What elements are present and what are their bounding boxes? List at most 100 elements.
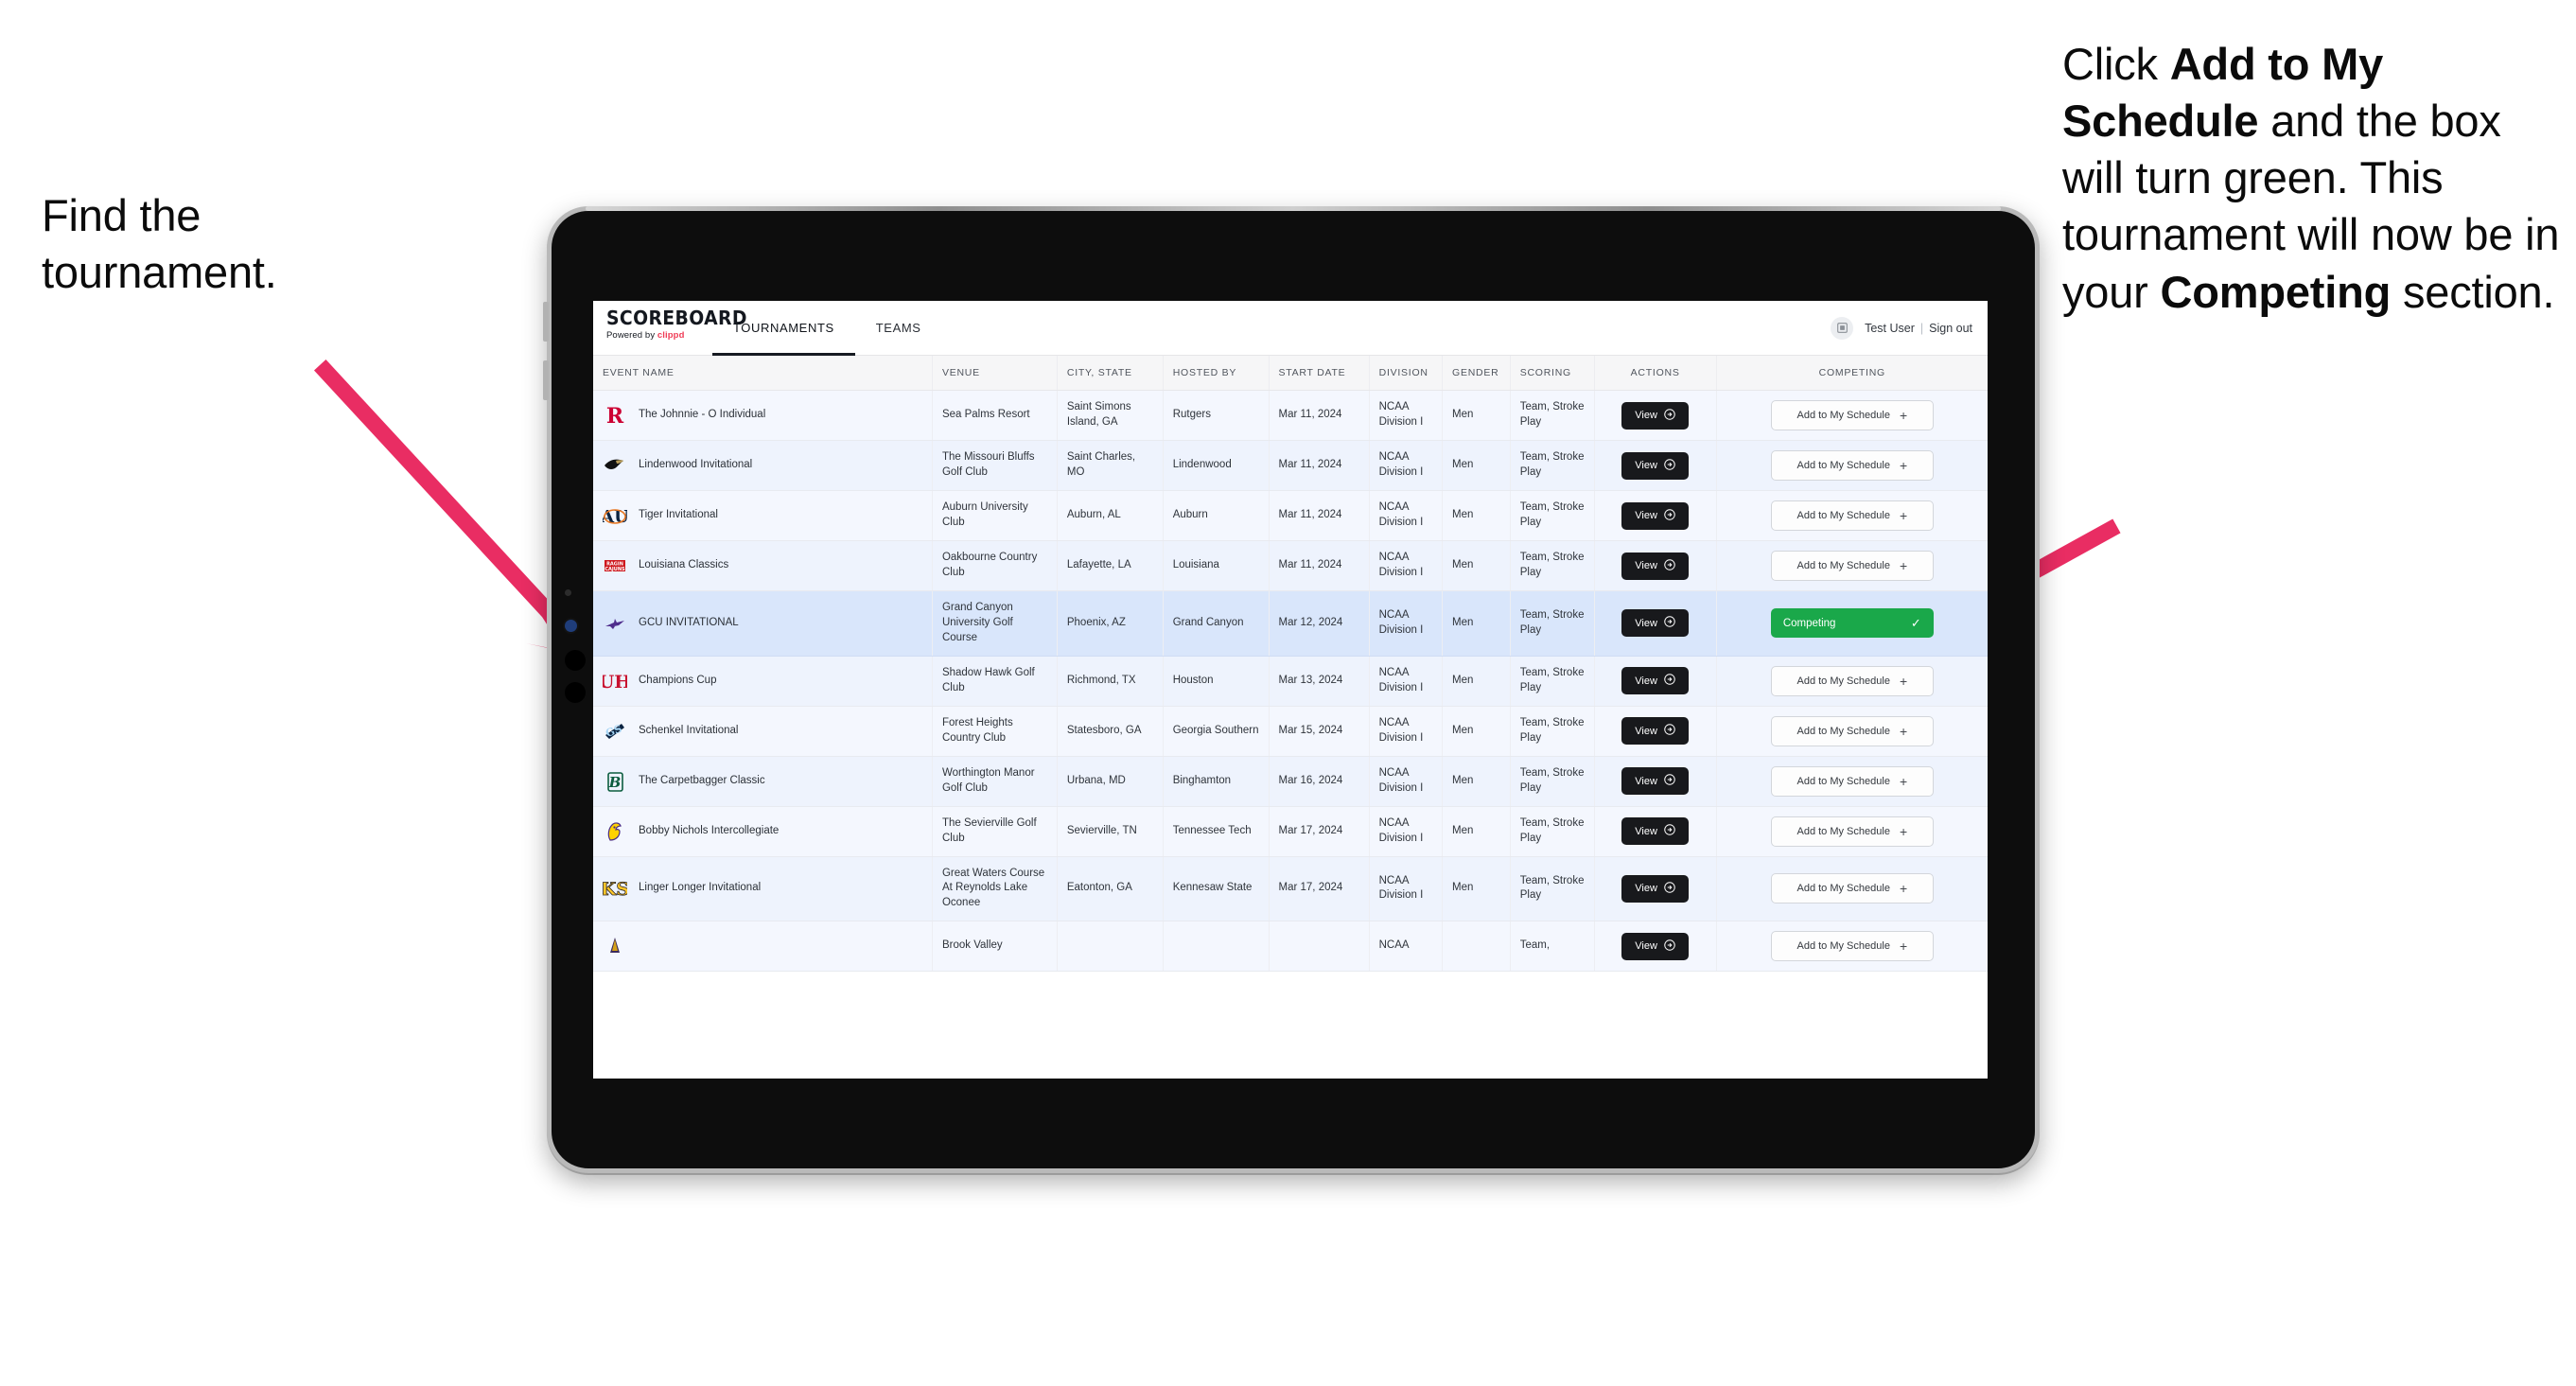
cell-division: NCAA Division I	[1369, 706, 1444, 757]
cell-competing: Add to My Schedule +	[1716, 856, 1988, 922]
cell-city-state: Sevierville, TN	[1057, 806, 1164, 857]
brand-subtitle: Powered by clippd	[606, 330, 712, 341]
add-to-my-schedule-button[interactable]: Add to My Schedule +	[1770, 500, 1934, 531]
view-button[interactable]: View	[1621, 451, 1689, 480]
user-separator: |	[1919, 321, 1924, 335]
tournaments-table-scroll[interactable]: EVENT NAME VENUE CITY, STATE HOSTED BY S…	[593, 356, 1988, 1079]
view-button[interactable]: View	[1621, 552, 1689, 580]
table-row[interactable]: RAGIN CAJUNS Louisiana Classics Oakbourne C…	[593, 540, 1988, 591]
event-name-wrapper: Bobby Nichols Intercollegiate	[603, 819, 922, 844]
arrow-circle-right-icon	[1664, 774, 1675, 788]
col-hosted-by[interactable]: HOSTED BY	[1163, 356, 1270, 391]
cell-start-date	[1269, 921, 1370, 973]
col-venue[interactable]: VENUE	[932, 356, 1058, 391]
table-row[interactable]: B The Carpetbagger Classic Worthington Man…	[593, 756, 1988, 807]
tab-tournaments[interactable]: TOURNAMENTS	[712, 301, 855, 356]
brand-powered-prefix: Powered by	[606, 330, 657, 341]
col-competing[interactable]: COMPETING	[1716, 356, 1988, 391]
event-name-wrapper: AU Tiger Invitational	[603, 503, 922, 528]
cell-actions: View	[1594, 706, 1717, 757]
cell-division: NCAA	[1369, 921, 1444, 973]
view-button[interactable]: View	[1621, 667, 1689, 695]
lindenwood-logo	[603, 453, 627, 478]
add-to-my-schedule-button[interactable]: Add to My Schedule +	[1770, 715, 1934, 746]
cell-gender: Men	[1442, 656, 1511, 707]
view-button[interactable]: View	[1621, 932, 1689, 960]
add-to-my-schedule-button[interactable]: Add to My Schedule +	[1770, 931, 1934, 962]
table-row[interactable]: Bobby Nichols Intercollegiate The Sevierv…	[593, 806, 1988, 857]
col-gender[interactable]: GENDER	[1442, 356, 1511, 391]
cell-competing: Add to My Schedule +	[1716, 756, 1988, 807]
add-to-my-schedule-button[interactable]: Add to My Schedule +	[1770, 873, 1934, 904]
add-to-my-schedule-button[interactable]: Add to My Schedule +	[1770, 551, 1934, 581]
add-to-my-schedule-button[interactable]: Add to My Schedule +	[1770, 765, 1934, 797]
table-row[interactable]: AU Tiger Invitational Auburn University Cl…	[593, 490, 1988, 541]
col-division[interactable]: DIVISION	[1369, 356, 1444, 391]
louisiana-logo: RAGIN CAJUNS	[603, 553, 627, 578]
cell-event-name: B The Carpetbagger Classic	[593, 756, 933, 807]
table-row[interactable]: UH Champions Cup Shadow Hawk Golf Club Rich…	[593, 656, 1988, 707]
cell-event-name: R The Johnnie - O Individual	[593, 390, 933, 441]
table-row[interactable]: KS Linger Longer Invitational Great Waters…	[593, 856, 1988, 922]
grand-canyon-logo	[603, 611, 627, 636]
view-button[interactable]: View	[1621, 717, 1689, 746]
cell-division: NCAA Division I	[1369, 806, 1444, 857]
cell-scoring: Team, Stroke Play	[1510, 656, 1595, 707]
table-row[interactable]: GCU INVITATIONAL Grand Canyon University …	[593, 590, 1988, 657]
brand-logo[interactable]: SCOREBOARD Powered by clippd	[593, 301, 746, 355]
cell-hosted-by: Binghamton	[1163, 756, 1270, 807]
view-button[interactable]: View	[1621, 609, 1689, 638]
view-button-label: View	[1635, 510, 1657, 521]
cell-event-name: GCU INVITATIONAL	[593, 590, 933, 657]
avatar[interactable]	[1831, 316, 1854, 340]
competing-badge[interactable]: Competing ✓	[1770, 608, 1934, 639]
add-to-my-schedule-button[interactable]: Add to My Schedule +	[1770, 665, 1934, 696]
rutgers-logo: R	[603, 403, 627, 428]
table-row[interactable]: GS Schenkel Invitational Forest Heights Co…	[593, 706, 1988, 757]
table-row[interactable]: R The Johnnie - O Individual Sea Palms Res…	[593, 390, 1988, 441]
cell-competing: Add to My Schedule +	[1716, 706, 1988, 757]
arrow-circle-right-icon	[1664, 616, 1675, 630]
sign-out-link[interactable]: Sign out	[1929, 322, 1972, 335]
cell-hosted-by: Kennesaw State	[1163, 856, 1270, 922]
view-button-label: View	[1635, 725, 1657, 737]
volume-down-button[interactable]	[543, 360, 549, 400]
plus-icon: +	[1899, 408, 1908, 423]
cell-city-state: Eatonton, GA	[1057, 856, 1164, 922]
col-event-name[interactable]: EVENT NAME	[593, 356, 933, 391]
cell-venue: Grand Canyon University Golf Course	[932, 590, 1058, 657]
cell-actions: View	[1594, 806, 1717, 857]
view-button[interactable]: View	[1621, 501, 1689, 530]
cell-actions: View	[1594, 540, 1717, 591]
view-button-label: View	[1635, 883, 1657, 895]
tab-teams[interactable]: TEAMS	[855, 301, 942, 355]
col-actions[interactable]: ACTIONS	[1594, 356, 1717, 391]
plus-icon: +	[1899, 939, 1908, 955]
cell-scoring: Team, Stroke Play	[1510, 756, 1595, 807]
arrow-circle-right-icon	[1664, 724, 1675, 738]
volume-up-button[interactable]	[543, 302, 549, 342]
cell-event-name: KS Linger Longer Invitational	[593, 856, 933, 922]
cell-hosted-by: Georgia Southern	[1163, 706, 1270, 757]
col-start-date[interactable]: START DATE	[1269, 356, 1370, 391]
add-to-my-schedule-button[interactable]: Add to My Schedule +	[1770, 816, 1934, 847]
houston-logo: UH	[603, 669, 627, 693]
event-name-wrapper: RAGIN CAJUNS Louisiana Classics	[603, 553, 922, 578]
event-name-label: The Carpetbagger Classic	[639, 774, 765, 786]
add-to-my-schedule-button[interactable]: Add to My Schedule +	[1770, 450, 1934, 481]
cell-venue: The Sevierville Golf Club	[932, 806, 1058, 857]
cell-competing: Add to My Schedule +	[1716, 490, 1988, 541]
cell-venue: Worthington Manor Golf Club	[932, 756, 1058, 807]
view-button-label: View	[1635, 410, 1657, 421]
col-city-state[interactable]: CITY, STATE	[1057, 356, 1164, 391]
view-button[interactable]: View	[1621, 874, 1689, 903]
cell-city-state: Saint Charles, MO	[1057, 440, 1164, 491]
view-button[interactable]: View	[1621, 817, 1689, 846]
event-name-label: Lindenwood Invitational	[639, 459, 753, 471]
add-to-my-schedule-button[interactable]: Add to My Schedule +	[1770, 400, 1934, 430]
col-scoring[interactable]: SCORING	[1510, 356, 1595, 391]
table-row[interactable]: Brook Valley NCAA Team, View Add to My Sched…	[593, 921, 1988, 973]
view-button[interactable]: View	[1621, 767, 1689, 796]
table-row[interactable]: Lindenwood Invitational The Missouri Bluf…	[593, 440, 1988, 491]
view-button[interactable]: View	[1621, 401, 1689, 430]
